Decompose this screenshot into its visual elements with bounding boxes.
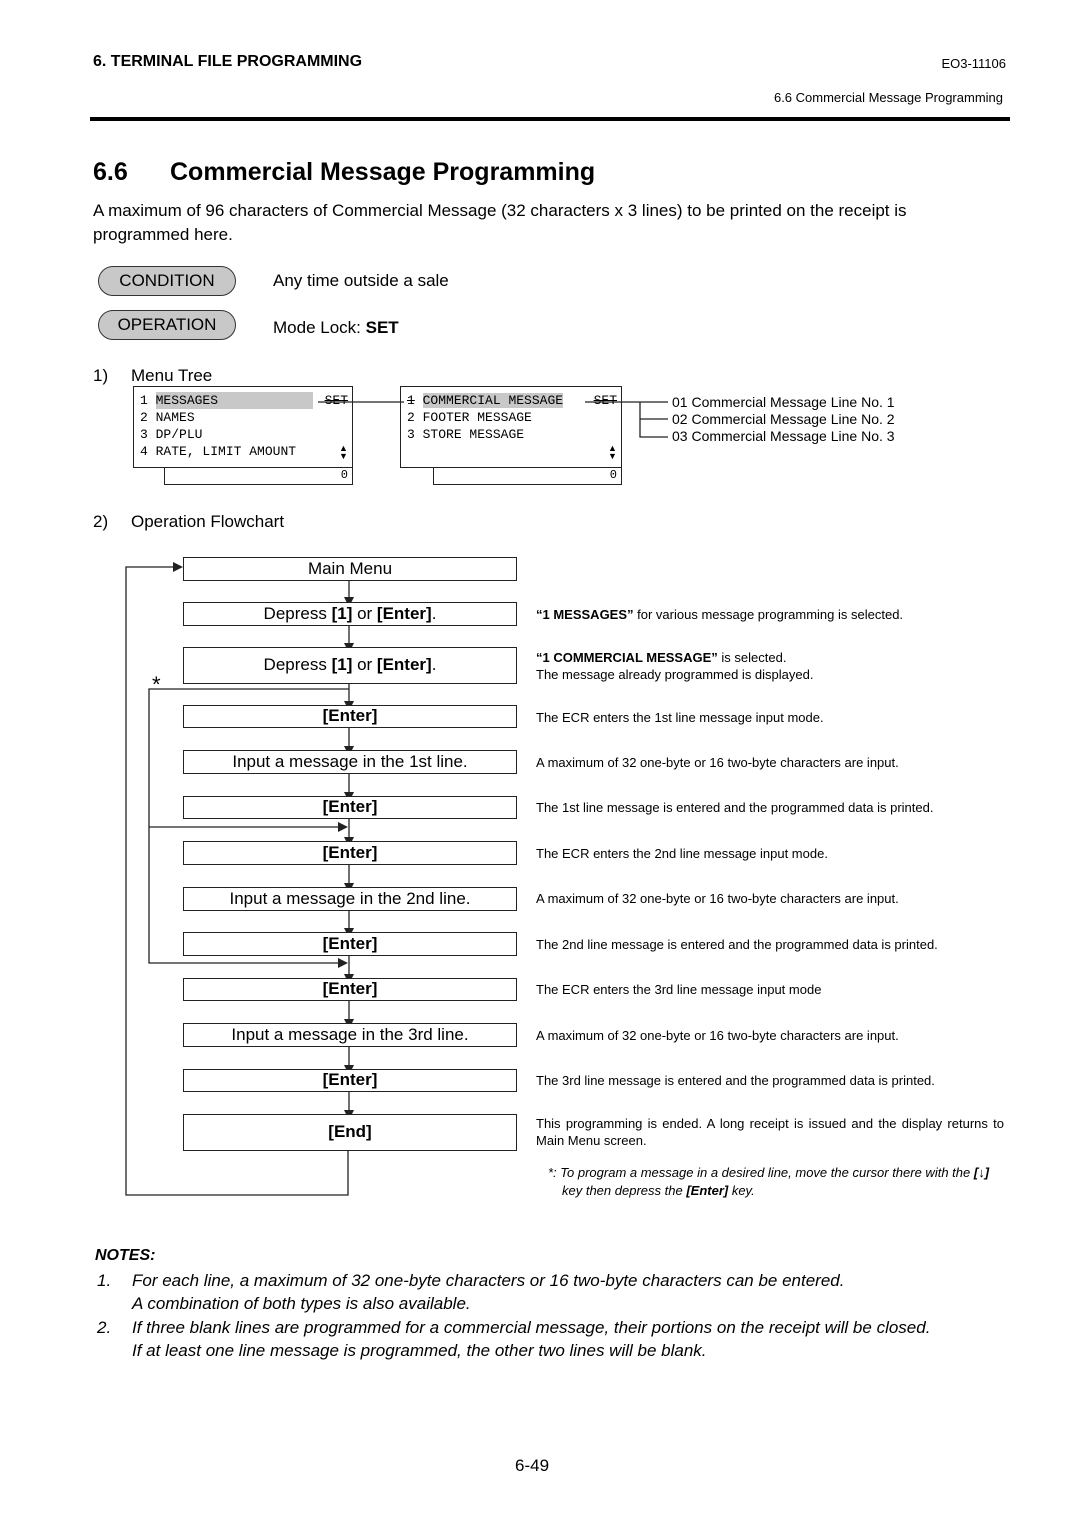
flow-desc: This programming is ended. A long receip… (536, 1116, 1004, 1148)
flow-step-input-line-2: Input a message in the 2nd line. (183, 887, 517, 911)
flow-desc: The ECR enters the 3rd line message inpu… (536, 982, 822, 997)
asterisk-marker: * (152, 672, 161, 697)
flow-desc: The ECR enters the 2nd line message inpu… (536, 846, 828, 861)
flow-step-input-line-1: Input a message in the 1st line. (183, 750, 517, 774)
flow-step-main-menu: Main Menu (183, 557, 517, 581)
flow-step-enter: [Enter] (183, 841, 517, 865)
flow-step-depress-1: Depress [1] or [Enter]. (183, 602, 517, 626)
flow-step-enter: [Enter] (183, 932, 517, 956)
flow-step-end: [End] (183, 1114, 517, 1151)
flow-desc: “1 COMMERCIAL MESSAGE” is selected. The m… (536, 650, 814, 682)
flowchart-heading: 2) Operation Flowchart (93, 512, 285, 531)
flow-step-input-line-3: Input a message in the 3rd line. (183, 1023, 517, 1047)
flow-desc: The 3rd line message is entered and the … (536, 1073, 935, 1088)
flowchart-footnote: *: To program a message in a desired lin… (548, 1165, 990, 1198)
page-number: 6-49 (515, 1456, 550, 1475)
note-item: 1. For each line, a maximum of 32 one-by… (97, 1271, 845, 1313)
flow-step-enter: [Enter] (183, 796, 517, 819)
flow-desc: The 1st line message is entered and the … (536, 800, 934, 815)
flow-step-enter: [Enter] (183, 978, 517, 1001)
down-arrow-key: [↓] (973, 1165, 990, 1180)
flow-desc: A maximum of 32 one-byte or 16 two-byte … (536, 891, 899, 906)
flow-desc: A maximum of 32 one-byte or 16 two-byte … (536, 1028, 899, 1043)
flow-step-depress-2: Depress [1] or [Enter]. (183, 647, 517, 684)
flow-step-enter: [Enter] (183, 1069, 517, 1092)
flow-step-enter: [Enter] (183, 705, 517, 728)
flow-desc: The 2nd line message is entered and the … (536, 937, 938, 952)
flow-desc: The ECR enters the 1st line message inpu… (536, 710, 824, 725)
note-item: 2. If three blank lines are programmed f… (97, 1318, 931, 1360)
flow-desc: A maximum of 32 one-byte or 16 two-byte … (536, 755, 899, 770)
flow-desc: “1 MESSAGES” for various message program… (536, 607, 904, 622)
notes-heading: NOTES: (95, 1247, 156, 1264)
